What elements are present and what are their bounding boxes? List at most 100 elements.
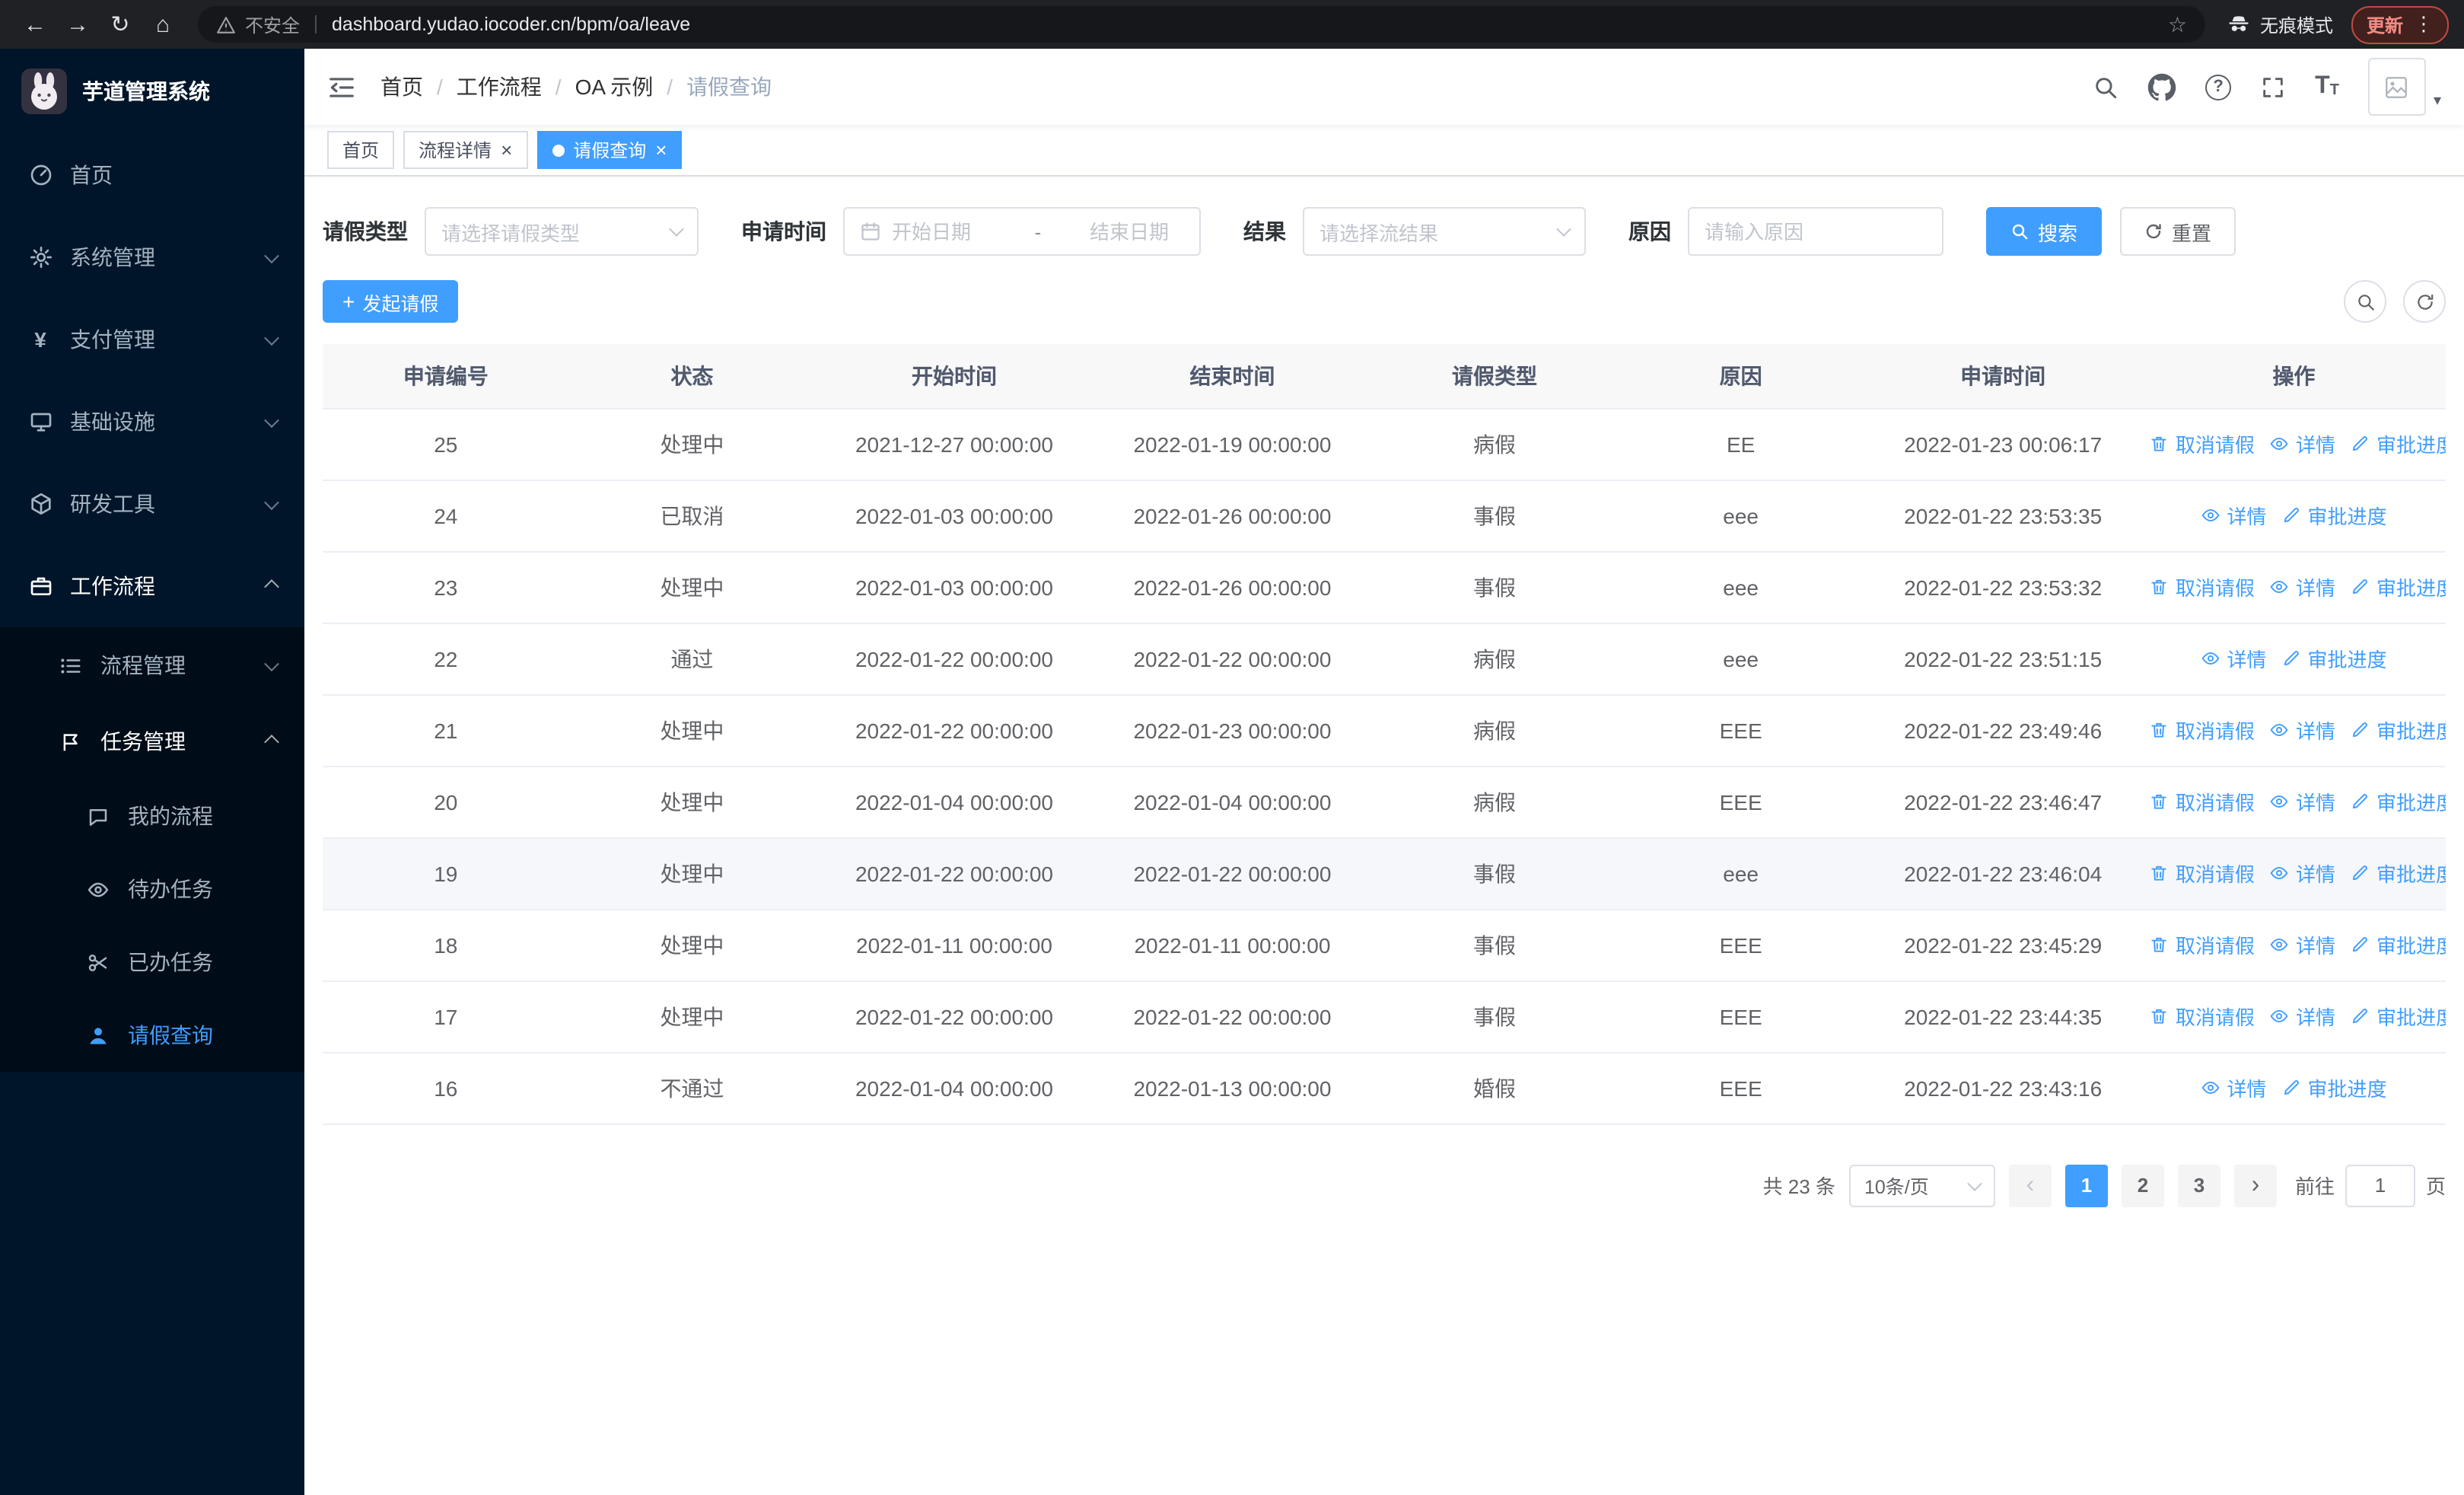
toolbar-right — [2344, 280, 2446, 323]
search-icon[interactable] — [2093, 74, 2119, 100]
cell-status: 已取消 — [568, 480, 816, 552]
app-logo[interactable]: 芋道管理系统 — [0, 49, 304, 134]
action-label: 审批进度 — [2307, 1078, 2387, 1101]
close-icon[interactable]: × — [655, 140, 667, 160]
cancel-leave-link[interactable]: 取消请假 — [2150, 572, 2255, 601]
page-button-3[interactable]: 3 — [2177, 1164, 2220, 1207]
font-size-icon[interactable]: TT — [2315, 74, 2339, 99]
sidebar-item-todo-tasks[interactable]: 待办任务 — [0, 853, 304, 926]
cancel-leave-link[interactable]: 取消请假 — [2150, 859, 2255, 888]
action-label: 详情 — [2295, 863, 2335, 886]
approval-progress-link[interactable]: 审批进度 — [2351, 787, 2446, 816]
search-button[interactable]: 搜索 — [1986, 207, 2103, 256]
approval-progress-link[interactable]: 审批进度 — [2351, 429, 2446, 458]
approval-progress-link[interactable]: 审批进度 — [2281, 501, 2386, 530]
help-icon[interactable]: ? — [2205, 74, 2232, 100]
eye-icon — [85, 876, 111, 902]
page-size-select[interactable]: 10条/页 — [1848, 1164, 1995, 1207]
browser-reload-icon[interactable]: ↻ — [100, 5, 140, 44]
browser-back-icon[interactable]: ← — [15, 5, 55, 44]
sidebar-item-payment[interactable]: ¥ 支付管理 — [0, 298, 304, 381]
pen-icon — [2353, 722, 2368, 738]
reset-button[interactable]: 重置 — [2120, 207, 2236, 256]
main-area: 首页 / 工作流程 / OA 示例 / 请假查询 ? TT ▾ 首页 流程详情 … — [304, 49, 2464, 1495]
breadcrumb-item-home[interactable]: 首页 — [380, 72, 423, 102]
sidebar-item-leave-query[interactable]: 请假查询 — [0, 999, 304, 1072]
detail-link[interactable]: 详情 — [2270, 859, 2335, 888]
detail-link[interactable]: 详情 — [2201, 1073, 2266, 1102]
approval-progress-link[interactable]: 审批进度 — [2281, 1073, 2386, 1102]
start-date-input[interactable] — [892, 220, 986, 243]
sidebar-item-my-process[interactable]: 我的流程 — [0, 779, 304, 853]
page-button-1[interactable]: 1 — [2064, 1164, 2108, 1207]
tab-process-detail[interactable]: 流程详情 × — [403, 131, 528, 169]
detail-link[interactable]: 详情 — [2270, 572, 2335, 601]
approval-progress-link[interactable]: 审批进度 — [2351, 930, 2446, 959]
detail-link[interactable]: 详情 — [2201, 501, 2266, 530]
date-range-picker[interactable]: - — [843, 207, 1201, 256]
approval-progress-link[interactable]: 审批进度 — [2281, 644, 2386, 673]
fullscreen-icon[interactable] — [2260, 74, 2286, 100]
trash-icon — [2152, 937, 2167, 952]
end-date-input[interactable] — [1090, 220, 1184, 243]
github-icon[interactable] — [2147, 72, 2176, 101]
sidebar-collapse-icon[interactable] — [327, 72, 356, 101]
sidebar-item-task-management[interactable]: 任务管理 — [0, 703, 304, 779]
approval-progress-link[interactable]: 审批进度 — [2351, 572, 2446, 601]
browser-forward-icon[interactable]: → — [58, 5, 97, 44]
close-icon[interactable]: × — [501, 140, 512, 160]
page-button-2[interactable]: 2 — [2121, 1164, 2164, 1207]
refresh-table-button[interactable] — [2403, 280, 2446, 323]
toggle-search-button[interactable] — [2344, 280, 2386, 323]
yen-icon: ¥ — [34, 327, 46, 352]
url-text[interactable]: dashboard.yudao.iocoder.cn/bpm/oa/leave — [332, 14, 690, 35]
prev-page-button[interactable]: ‹ — [2008, 1164, 2052, 1207]
cell-leave-type: 事假 — [1371, 980, 1618, 1053]
sidebar-item-home[interactable]: 首页 — [0, 134, 304, 216]
update-button[interactable]: 更新 ⋮ — [2351, 5, 2449, 43]
browser-home-icon[interactable]: ⌂ — [143, 5, 183, 44]
cancel-leave-link[interactable]: 取消请假 — [2150, 787, 2255, 816]
approval-progress-link[interactable]: 审批进度 — [2351, 716, 2446, 744]
breadcrumb-item-oa-example[interactable]: OA 示例 — [575, 72, 654, 102]
table-row: 17 处理中 2022-01-22 00:00:00 2022-01-22 00… — [323, 980, 2446, 1053]
goto-page-input[interactable] — [2345, 1164, 2415, 1207]
cell-status: 处理中 — [568, 909, 816, 981]
detail-link[interactable]: 详情 — [2270, 930, 2335, 959]
cancel-leave-link[interactable]: 取消请假 — [2150, 429, 2255, 458]
user-avatar[interactable]: ▾ — [2367, 58, 2441, 116]
cancel-leave-link[interactable]: 取消请假 — [2150, 716, 2255, 744]
sidebar-item-devtools[interactable]: 研发工具 — [0, 463, 304, 545]
update-label: 更新 — [2366, 14, 2403, 36]
tab-leave-query[interactable]: 请假查询 × — [536, 131, 683, 169]
cancel-leave-link[interactable]: 取消请假 — [2150, 1002, 2255, 1031]
table-row: 25 处理中 2021-12-27 00:00:00 2022-01-19 00… — [323, 408, 2446, 480]
col-start-time: 开始时间 — [815, 344, 1094, 409]
result-select[interactable]: 请选择流结果 — [1303, 207, 1586, 256]
detail-link[interactable]: 详情 — [2201, 644, 2266, 673]
breadcrum-item-workflow[interactable]: 工作流程 — [457, 72, 542, 102]
tab-label: 请假查询 — [573, 140, 647, 161]
tab-home[interactable]: 首页 — [327, 131, 395, 169]
detail-link[interactable]: 详情 — [2270, 429, 2335, 458]
approval-progress-link[interactable]: 审批进度 — [2351, 859, 2446, 888]
not-secure-label[interactable]: 不安全 — [245, 11, 300, 37]
table-toolbar: + 发起请假 — [323, 280, 2446, 323]
sidebar-item-infrastructure[interactable]: 基础设施 — [0, 381, 304, 463]
browser-menu-icon[interactable]: ⋮ — [2414, 12, 2434, 37]
address-bar[interactable]: 不安全 dashboard.yudao.iocoder.cn/bpm/oa/le… — [198, 6, 2205, 43]
detail-link[interactable]: 详情 — [2270, 716, 2335, 744]
detail-link[interactable]: 详情 — [2270, 787, 2335, 816]
sidebar-item-process-management[interactable]: 流程管理 — [0, 627, 304, 703]
sidebar-item-workflow[interactable]: 工作流程 — [0, 545, 304, 627]
create-leave-button[interactable]: + 发起请假 — [323, 280, 459, 323]
next-page-button[interactable]: › — [2233, 1164, 2277, 1207]
cancel-leave-link[interactable]: 取消请假 — [2150, 930, 2255, 959]
bookmark-star-icon[interactable]: ☆ — [2168, 11, 2187, 37]
approval-progress-link[interactable]: 审批进度 — [2351, 1002, 2446, 1031]
sidebar-item-done-tasks[interactable]: 已办任务 — [0, 926, 304, 999]
leave-type-select[interactable]: 请选择请假类型 — [425, 207, 699, 256]
detail-link[interactable]: 详情 — [2270, 1002, 2335, 1031]
reason-input[interactable] — [1705, 220, 1927, 243]
sidebar-item-system[interactable]: 系统管理 — [0, 216, 304, 298]
